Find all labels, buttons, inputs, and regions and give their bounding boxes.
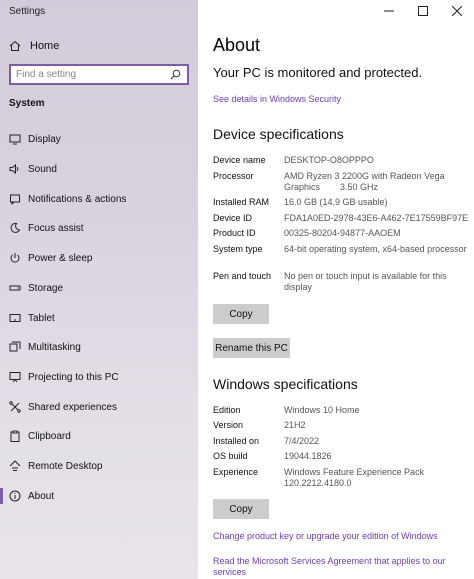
copy-windows-specs-button[interactable]: Copy <box>213 499 269 519</box>
page-title: About <box>213 35 261 55</box>
sidebar-item-label: Clipboard <box>28 430 71 442</box>
protection-status: Your PC is monitored and protected. <box>213 65 423 80</box>
home-label: Home <box>30 40 60 52</box>
power-icon <box>9 252 21 264</box>
window-controls <box>372 0 474 22</box>
sidebar-item-label: Remote Desktop <box>28 460 103 472</box>
minimize-button[interactable] <box>372 0 406 22</box>
spec-value-os-build: 19044.1826 <box>284 451 332 461</box>
home-icon <box>9 40 21 51</box>
system-section-label: System <box>9 98 45 109</box>
home-nav-item[interactable]: Home <box>9 38 59 54</box>
spec-value-device-name: DESKTOP-O8OPPPO <box>284 155 374 165</box>
spec-label-product-id: Product ID <box>213 228 256 238</box>
spec-value-version: 21H2 <box>284 420 306 430</box>
window-title: Settings <box>9 6 46 17</box>
spec-label-edition: Edition <box>213 405 241 415</box>
sidebar-item-label: Projecting to this PC <box>28 371 119 383</box>
spec-value-installed-on: 7/4/2022 <box>284 436 320 446</box>
multitasking-icon <box>9 341 21 353</box>
notification-icon <box>9 193 21 205</box>
sidebar-item-sound[interactable]: Sound <box>0 157 198 181</box>
windows-specs-heading: Windows specifications <box>213 376 358 392</box>
maximize-icon <box>418 6 428 16</box>
main-panel: About Your PC is monitored and protected… <box>198 0 474 579</box>
close-button[interactable] <box>440 0 474 22</box>
sidebar-item-shared-experiences[interactable]: Shared experiences <box>0 395 198 419</box>
moon-icon <box>9 222 21 234</box>
security-link[interactable]: See details in Windows Security <box>213 94 341 104</box>
sidebar-item-label: Power & sleep <box>28 252 93 264</box>
tablet-icon <box>9 312 21 324</box>
spec-label-installed-on: Installed on <box>213 436 260 446</box>
sidebar-item-focus-assist[interactable]: Focus assist <box>0 216 198 240</box>
sidebar-item-label: About <box>28 490 55 502</box>
projecting-icon <box>9 371 21 383</box>
spec-value-system-type: 64-bit operating system, x64-based proce… <box>284 244 467 254</box>
spec-value-pen-touch: No pen or touch input is available for t… <box>284 271 447 292</box>
rename-pc-button[interactable]: Rename this PC <box>213 338 290 358</box>
spec-label-os-build: OS build <box>213 451 248 461</box>
spec-label-version: Version <box>213 420 244 430</box>
sidebar-item-label: Shared experiences <box>28 401 117 413</box>
sidebar-item-clipboard[interactable]: Clipboard <box>0 424 198 448</box>
spec-label-device-id: Device ID <box>213 213 253 223</box>
spec-value-processor: AMD Ryzen 3 2200G with Radeon Vega Graph… <box>284 171 448 192</box>
shared-icon <box>9 401 21 413</box>
sidebar-item-label: Storage <box>28 282 64 294</box>
services-agreement-link[interactable]: Read the Microsoft Services Agreement th… <box>213 556 453 578</box>
close-icon <box>452 6 462 16</box>
remote-desktop-icon <box>9 460 21 472</box>
sidebar-item-remote-desktop[interactable]: Remote Desktop <box>0 454 198 478</box>
sidebar-item-display[interactable]: Display <box>0 127 198 151</box>
spec-value-edition: Windows 10 Home <box>284 405 360 415</box>
search-box[interactable] <box>9 64 189 85</box>
spec-value-experience: Windows Feature Experience Pack 120.2212… <box>284 467 425 488</box>
sidebar-item-label: Multitasking <box>28 341 81 353</box>
spec-label-device-name: Device name <box>213 155 266 165</box>
sidebar: Settings Home System Display Sound Notif… <box>0 0 198 579</box>
sidebar-item-multitasking[interactable]: Multitasking <box>0 335 198 359</box>
speaker-icon <box>9 163 21 175</box>
sidebar-item-label: Tablet <box>28 312 55 324</box>
sidebar-item-about[interactable]: About <box>0 484 198 508</box>
spec-label-pen-touch: Pen and touch <box>213 271 272 281</box>
sidebar-item-label: Focus assist <box>28 222 84 234</box>
minimize-icon <box>384 10 394 12</box>
search-icon[interactable] <box>168 68 182 82</box>
sidebar-item-label: Notifications & actions <box>28 193 127 205</box>
display-icon <box>9 133 21 145</box>
spec-value-device-id: FDA1A0ED-2978-43E6-A462-7E17559BF97E <box>284 213 469 223</box>
sidebar-item-label: Sound <box>28 163 57 175</box>
spec-label-ram: Installed RAM <box>213 197 270 207</box>
spec-value-product-id: 00325-80204-94877-AAOEM <box>284 228 401 238</box>
maximize-button[interactable] <box>406 0 440 22</box>
sidebar-item-notifications[interactable]: Notifications & actions <box>0 187 198 211</box>
scrollbar[interactable] <box>470 22 474 579</box>
sidebar-item-projecting[interactable]: Projecting to this PC <box>0 365 198 389</box>
info-icon <box>9 490 21 502</box>
spec-label-processor: Processor <box>213 171 254 181</box>
spec-label-system-type: System type <box>213 244 263 254</box>
clipboard-icon <box>9 430 21 442</box>
spec-label-experience: Experience <box>213 467 259 477</box>
sidebar-item-label: Display <box>28 133 61 145</box>
product-key-link[interactable]: Change product key or upgrade your editi… <box>213 531 468 541</box>
sidebar-item-tablet[interactable]: Tablet <box>0 306 198 330</box>
sidebar-item-storage[interactable]: Storage <box>0 276 198 300</box>
copy-device-specs-button[interactable]: Copy <box>213 304 269 324</box>
storage-icon <box>9 282 21 294</box>
sidebar-item-power-sleep[interactable]: Power & sleep <box>0 246 198 270</box>
search-input[interactable] <box>16 69 168 80</box>
spec-value-ram: 16.0 GB (14.9 GB usable) <box>284 197 388 207</box>
device-specs-heading: Device specifications <box>213 126 344 142</box>
